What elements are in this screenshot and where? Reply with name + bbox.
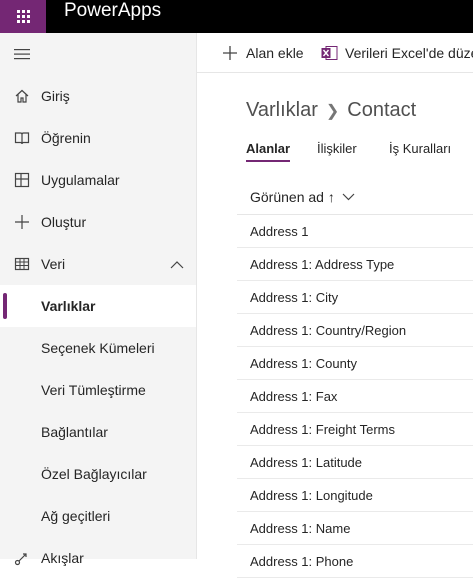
sidebar-item-data-integration[interactable]: Veri Tümleştirme <box>0 369 196 411</box>
sidebar-item-create[interactable]: Oluştur <box>0 201 196 243</box>
apps-icon <box>13 171 31 189</box>
row-display-name: Address 1: County <box>250 355 357 371</box>
chevron-up-icon[interactable] <box>170 256 184 272</box>
sidebar-item-label: Öğrenin <box>41 130 91 146</box>
table-row[interactable]: Address 1: Freight Terms <box>237 413 473 446</box>
chevron-down-icon[interactable] <box>342 193 355 201</box>
row-display-name: Address 1: Phone <box>250 553 354 569</box>
fields-table: Address 1 Address 1: Address Type Addres… <box>237 215 473 578</box>
sidebar-item-custom-connectors[interactable]: Özel Bağlayıcılar <box>0 453 196 495</box>
chevron-right-icon: ❯ <box>325 103 340 120</box>
sidebar-item-label: Bağlantılar <box>41 424 108 440</box>
row-display-name: Address 1: Latitude <box>250 454 363 470</box>
tab-relationships[interactable]: İlişkiler <box>317 141 357 156</box>
breadcrumb-parent[interactable]: Varlıklar <box>246 99 318 121</box>
table-icon <box>13 255 31 273</box>
flow-icon <box>13 549 31 567</box>
sidebar-item-label: Giriş <box>41 88 70 104</box>
sidebar: Giriş Öğrenin Uygulamalar Oluştur Veri V… <box>0 33 197 566</box>
excel-icon <box>321 45 338 61</box>
sidebar-item-learn[interactable]: Öğrenin <box>0 117 196 159</box>
sidebar-item-label: Oluştur <box>41 214 87 230</box>
table-row[interactable]: Address 1: County <box>237 347 473 380</box>
export-excel-label: Verileri Excel'de düze <box>345 45 473 61</box>
row-display-name: Address 1: Country/Region <box>250 322 407 338</box>
sidebar-item-label: Veri Tümleştirme <box>41 382 146 398</box>
table-row[interactable]: Address 1: Latitude <box>237 446 473 479</box>
row-display-name: Address 1: Fax <box>250 388 338 404</box>
column-header-display-name[interactable]: Görünen ad ↑ <box>237 179 473 215</box>
row-display-name: Address 1: Longitude <box>250 487 373 503</box>
home-icon <box>13 87 31 105</box>
row-display-name: Address 1: Name <box>250 520 351 536</box>
sidebar-item-label: Akışlar <box>41 550 84 566</box>
sidebar-item-data[interactable]: Veri <box>0 243 196 285</box>
hamburger-icon <box>13 45 31 63</box>
table-row[interactable]: Address 1: Name <box>237 512 473 545</box>
plus-icon <box>222 45 238 61</box>
add-field-button[interactable]: Alan ekle <box>222 33 304 73</box>
row-display-name: Address 1: Address Type <box>250 256 395 272</box>
sidebar-item-connections[interactable]: Bağlantılar <box>0 411 196 453</box>
tab-business-rules[interactable]: İş Kuralları <box>389 141 451 156</box>
row-display-name: Address 1: Freight Terms <box>250 421 395 437</box>
sidebar-item-gateways[interactable]: Ağ geçitleri <box>0 495 196 537</box>
table-row[interactable]: Address 1: Fax <box>237 380 473 413</box>
sidebar-item-entities[interactable]: Varlıklar <box>0 285 196 327</box>
tab-fields[interactable]: Alanlar <box>246 141 291 162</box>
sidebar-item-label: Özel Bağlayıcılar <box>41 466 147 482</box>
top-bar: PowerApps <box>0 0 473 33</box>
export-excel-button[interactable]: Verileri Excel'de düze <box>321 33 473 73</box>
sidebar-item-home[interactable]: Giriş <box>0 75 196 117</box>
table-row[interactable]: Address 1: Country/Region <box>237 314 473 347</box>
breadcrumb: Varlıklar ❯ Contact <box>246 99 416 122</box>
sidebar-item-label: Veri <box>41 256 66 272</box>
waffle-icon <box>16 10 30 23</box>
sidebar-item-label: Ağ geçitleri <box>41 508 111 524</box>
sidebar-item-apps[interactable]: Uygulamalar <box>0 159 196 201</box>
add-field-label: Alan ekle <box>246 45 304 61</box>
main-content: Alan ekle Verileri Excel'de düze Varlıkl… <box>197 33 473 578</box>
plus-icon <box>13 213 31 231</box>
table-row[interactable]: Address 1: Longitude <box>237 479 473 512</box>
breadcrumb-current: Contact <box>347 99 417 121</box>
command-bar: Alan ekle Verileri Excel'de düze <box>197 33 473 73</box>
sidebar-item-label: Uygulamalar <box>41 172 120 188</box>
table-row[interactable]: Address 1: Address Type <box>237 248 473 281</box>
sidebar-item-label: Seçenek Kümeleri <box>41 340 155 356</box>
app-title[interactable]: PowerApps <box>64 0 161 33</box>
app-launcher-button[interactable] <box>0 0 46 33</box>
sidebar-collapse-button[interactable] <box>0 33 196 75</box>
sidebar-item-flows[interactable]: Akışlar <box>0 537 196 579</box>
row-display-name: Address 1: City <box>250 289 339 305</box>
table-row[interactable]: Address 1 <box>237 215 473 248</box>
book-icon <box>13 129 31 147</box>
sidebar-item-option-sets[interactable]: Seçenek Kümeleri <box>0 327 196 369</box>
row-display-name: Address 1 <box>250 223 309 239</box>
table-row[interactable]: Address 1: Phone <box>237 545 473 578</box>
sidebar-item-label: Varlıklar <box>41 298 96 314</box>
column-header-label: Görünen ad ↑ <box>250 188 335 205</box>
table-row[interactable]: Address 1: City <box>237 281 473 314</box>
